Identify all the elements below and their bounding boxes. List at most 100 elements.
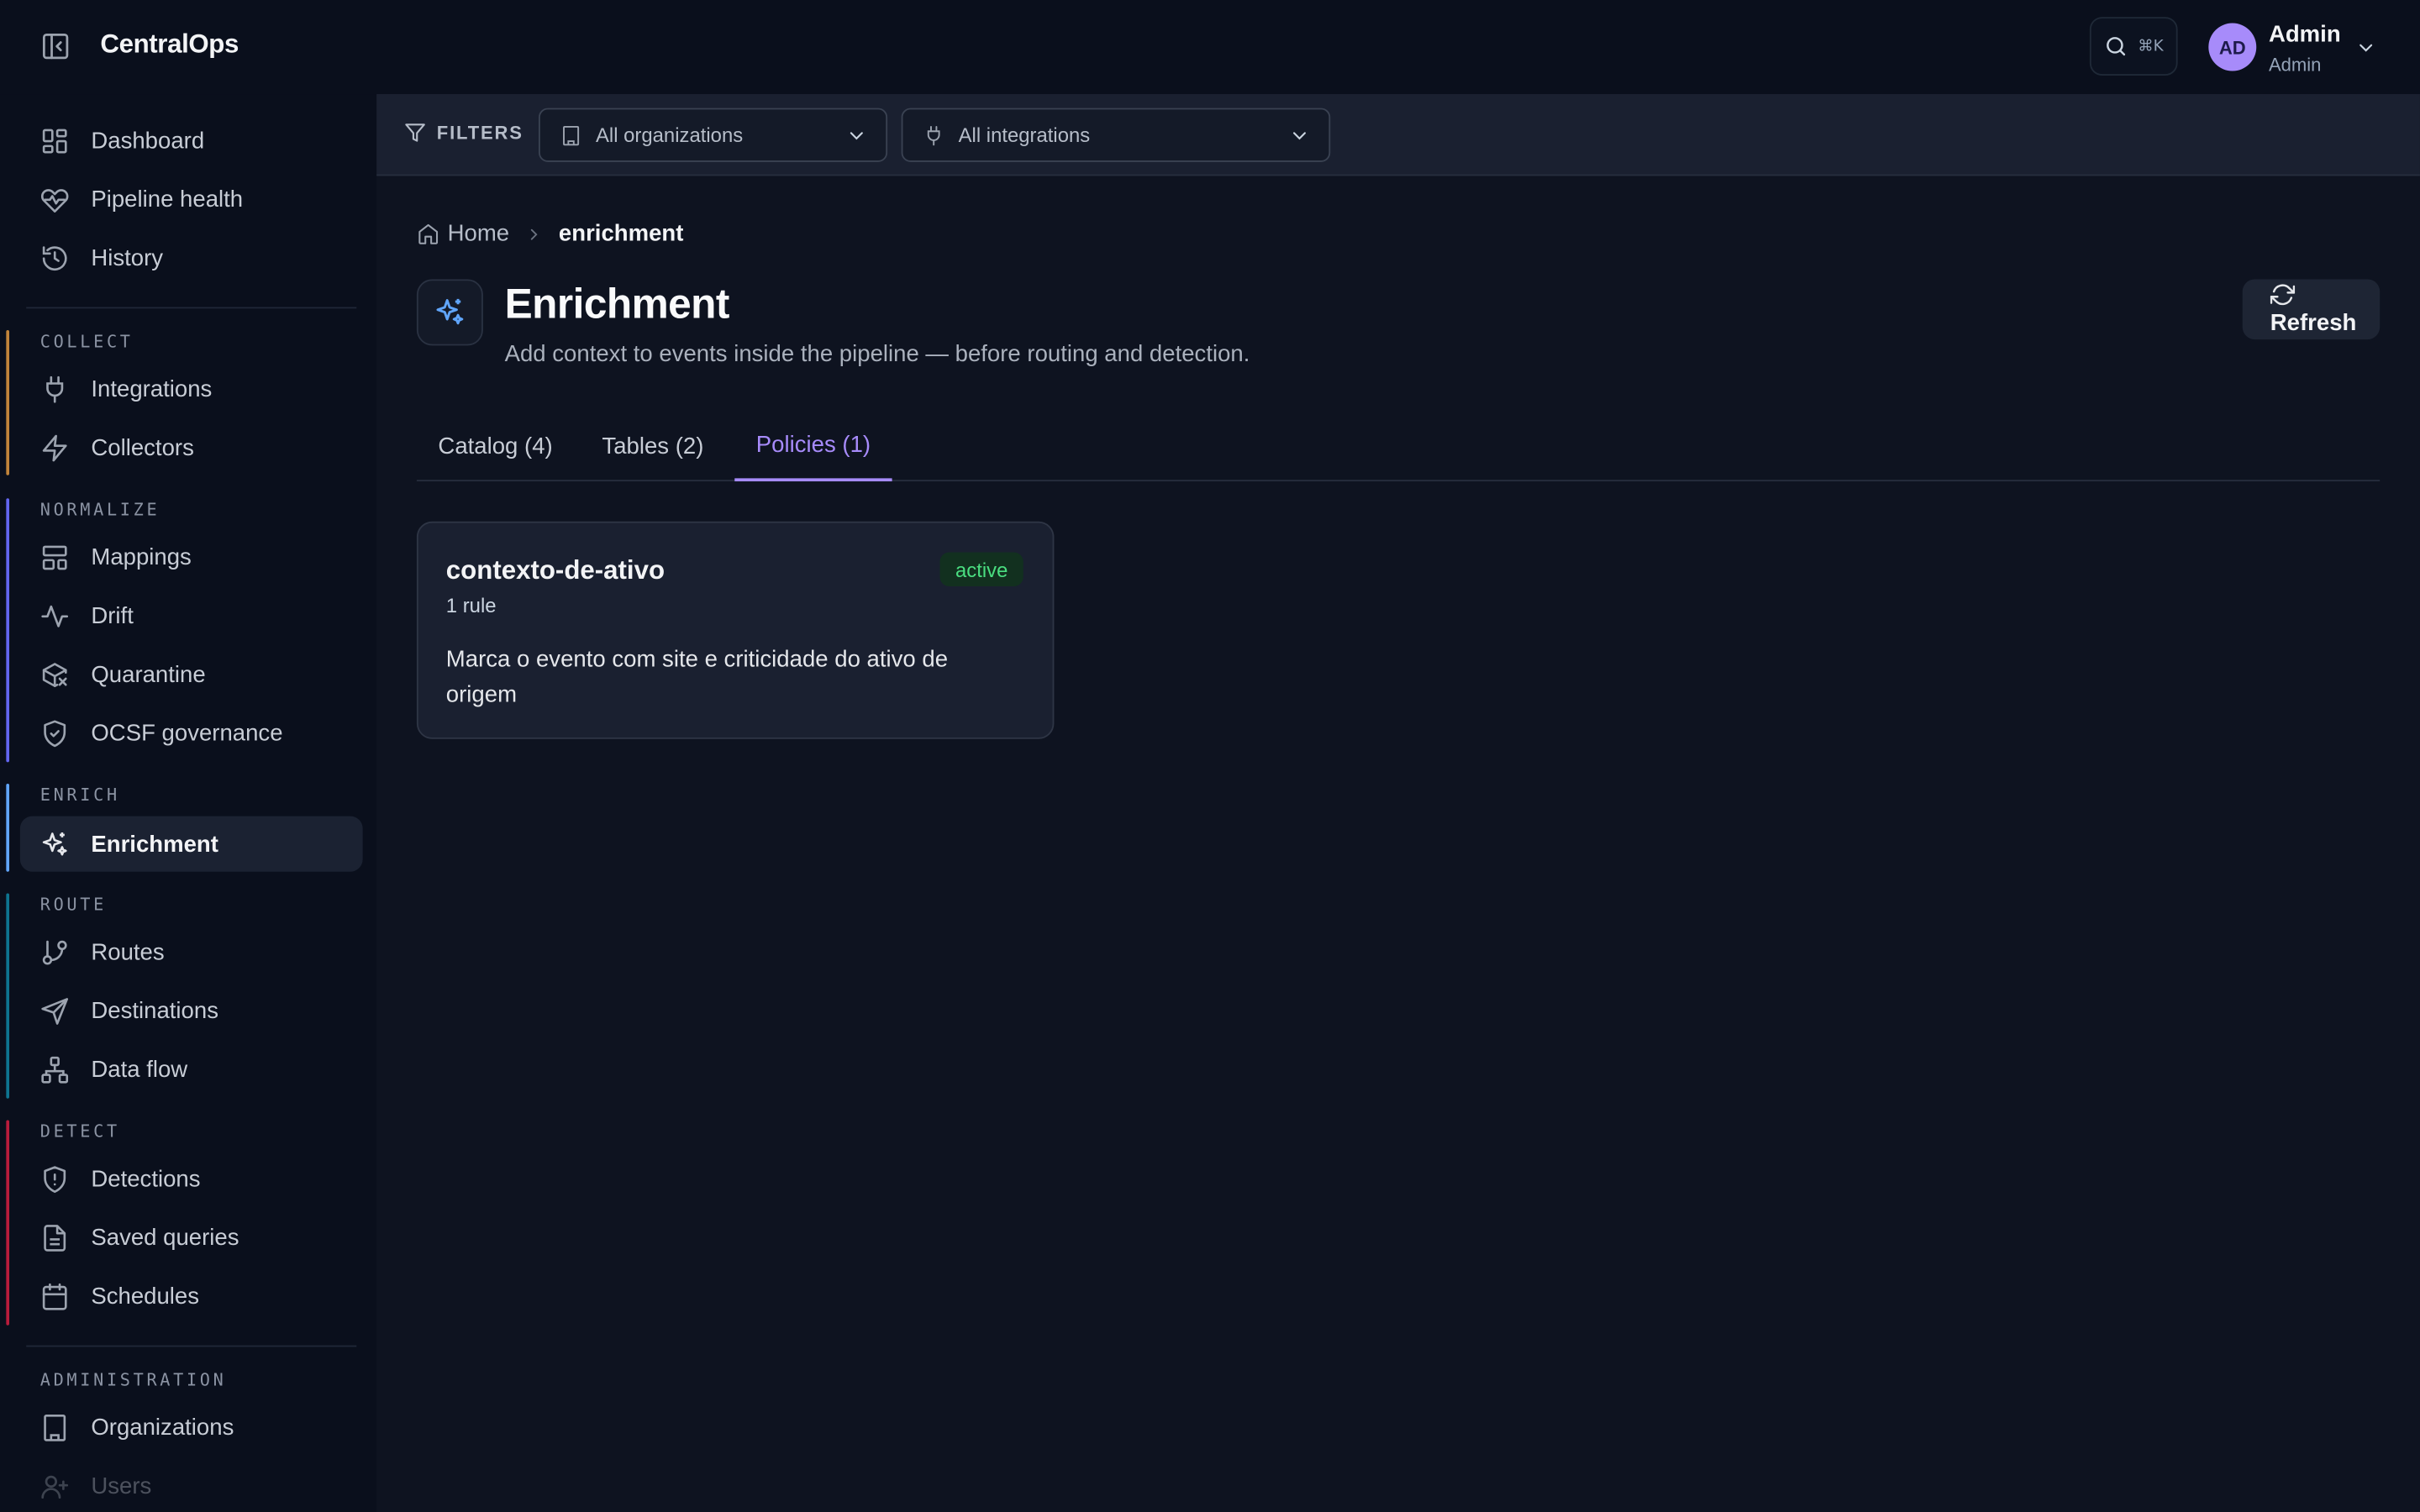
chevron-down-icon	[1293, 131, 1307, 139]
sidebar-item-label: Pipeline health	[91, 186, 244, 213]
chevron-right-icon	[530, 228, 538, 239]
chevron-down-icon	[850, 131, 863, 139]
policy-name: contexto-de-ativo	[445, 555, 666, 585]
sidebar-item-drift[interactable]: Drift	[20, 588, 363, 643]
filters-label: FILTERS	[404, 122, 523, 144]
sidebar-item-label: Destinations	[91, 997, 218, 1024]
sidebar-item-label: Collectors	[91, 434, 194, 461]
section-label-enrich: ENRICH	[39, 785, 120, 806]
section-label-administration: ADMINISTRATION	[39, 1369, 227, 1390]
refresh-button-label: Refresh	[2270, 310, 2357, 337]
user-plus-icon	[41, 1474, 69, 1499]
sidebar-toggle-icon[interactable]	[40, 31, 71, 62]
refresh-icon	[2270, 284, 2296, 306]
sidebar-item-label: Quarantine	[91, 661, 206, 688]
avatar[interactable]: AD	[2208, 23, 2257, 71]
section-accent-route	[6, 893, 10, 1099]
sidebar-item-label: Users	[91, 1473, 152, 1499]
building-icon	[44, 1414, 66, 1441]
sidebar-item-label: OCSF governance	[91, 719, 283, 747]
brand-logo[interactable]: CentralOps	[100, 29, 239, 60]
package-x-icon	[42, 662, 67, 687]
calendar-icon	[42, 1282, 67, 1310]
send-icon	[41, 997, 69, 1024]
page-title: Enrichment	[504, 281, 730, 328]
policy-description: Marca o evento com site e criticidade do…	[445, 646, 949, 709]
page-subtitle: Add context to events inside the pipelin…	[504, 340, 1250, 368]
git-branch-icon	[42, 939, 67, 964]
sidebar-item-label: Dashboard	[91, 127, 205, 154]
sidebar-item-data-flow[interactable]: Data flow	[20, 1042, 363, 1097]
section-label-collect: COLLECT	[39, 331, 134, 352]
integration-select-value: All integrations	[958, 123, 1091, 147]
organization-select[interactable]: All organizations	[539, 108, 888, 162]
policy-rule-count: 1 rule	[445, 594, 497, 617]
sidebar-item-ocsf-governance[interactable]: OCSF governance	[20, 705, 363, 760]
sidebar-item-users[interactable]: Users	[20, 1458, 363, 1512]
sidebar-item-pipeline-health[interactable]: Pipeline health	[20, 171, 363, 227]
sidebar-item-organizations[interactable]: Organizations	[20, 1399, 363, 1455]
file-text-icon	[44, 1224, 66, 1251]
sidebar-item-detections[interactable]: Detections	[20, 1151, 363, 1206]
sidebar-item-dashboard[interactable]: Dashboard	[20, 113, 363, 168]
policy-card[interactable]: contexto-de-ativo active 1 rule Marca o …	[416, 521, 1055, 739]
sparkles-icon	[436, 298, 464, 325]
section-accent-enrich	[6, 784, 10, 872]
bolt-icon	[42, 433, 67, 461]
sidebar-item-label: Mappings	[91, 543, 192, 570]
sidebar-item-label: Schedules	[91, 1283, 200, 1310]
sidebar-item-enrichment[interactable]: Enrichment	[19, 816, 363, 872]
section-label-detect: DETECT	[39, 1121, 120, 1142]
dashboard-icon	[42, 128, 67, 153]
filters-label-text: FILTERS	[436, 122, 523, 144]
section-accent-detect	[6, 1120, 10, 1326]
home-icon	[418, 223, 439, 244]
page-icon	[416, 279, 483, 346]
sidebar-item-label: Drift	[91, 602, 134, 629]
search-shortcut: ⌘K	[2138, 37, 2164, 55]
sidebar-item-schedules[interactable]: Schedules	[20, 1268, 363, 1324]
sidebar-item-label: Detections	[91, 1165, 201, 1192]
sidebar-item-label: Organizations	[91, 1414, 234, 1441]
refresh-button[interactable]: Refresh	[2242, 279, 2381, 340]
sidebar-item-collectors[interactable]: Collectors	[20, 420, 363, 475]
integration-select[interactable]: All integrations	[901, 108, 1331, 162]
layout-icon	[42, 544, 67, 570]
sidebar-item-label: History	[91, 244, 164, 271]
history-icon	[42, 245, 67, 270]
activity-icon	[41, 604, 69, 627]
building-icon	[563, 125, 580, 145]
sidebar-divider	[26, 1345, 357, 1347]
search-button[interactable]: ⌘K	[2089, 17, 2178, 76]
shield-alert-icon	[44, 1165, 66, 1193]
sparkles-icon	[42, 832, 67, 855]
user-name[interactable]: Admin	[2269, 22, 2341, 48]
section-accent-normalize	[6, 498, 10, 763]
tab-tables[interactable]: Tables (2)	[581, 411, 723, 481]
top-bar: CentralOps ⌘K AD Admin Admin	[0, 0, 2420, 95]
sidebar-item-integrations[interactable]: Integrations	[20, 361, 363, 417]
breadcrumb-home-link[interactable]: Home	[448, 221, 509, 247]
filter-icon	[405, 123, 425, 142]
filter-bar: FILTERS All organizations All integratio…	[376, 94, 2420, 176]
sidebar-item-history[interactable]: History	[20, 230, 363, 286]
app-root: CentralOps ⌘K AD Admin Admin Dashboard P…	[0, 0, 2420, 1512]
breadcrumb-current: enrichment	[558, 220, 684, 247]
tab-catalog[interactable]: Catalog (4)	[417, 411, 574, 481]
sidebar-item-label: Enrichment	[91, 831, 218, 858]
plug-icon	[46, 375, 64, 402]
sidebar-item-label: Routes	[91, 938, 165, 965]
sidebar-divider	[26, 307, 357, 309]
sidebar-item-label: Data flow	[91, 1056, 188, 1083]
sidebar: Dashboard Pipeline health History COLLEC…	[0, 94, 377, 1512]
search-icon	[2107, 37, 2126, 56]
section-label-route: ROUTE	[39, 895, 107, 916]
tab-policies[interactable]: Policies (1)	[734, 411, 892, 482]
chevron-down-icon[interactable]	[2355, 37, 2377, 59]
sidebar-item-routes[interactable]: Routes	[20, 924, 363, 979]
sidebar-item-saved-queries[interactable]: Saved queries	[20, 1210, 363, 1265]
sidebar-item-destinations[interactable]: Destinations	[20, 983, 363, 1038]
sidebar-item-mappings[interactable]: Mappings	[20, 529, 363, 585]
sidebar-item-quarantine[interactable]: Quarantine	[20, 647, 363, 702]
organization-select-value: All organizations	[595, 123, 744, 147]
